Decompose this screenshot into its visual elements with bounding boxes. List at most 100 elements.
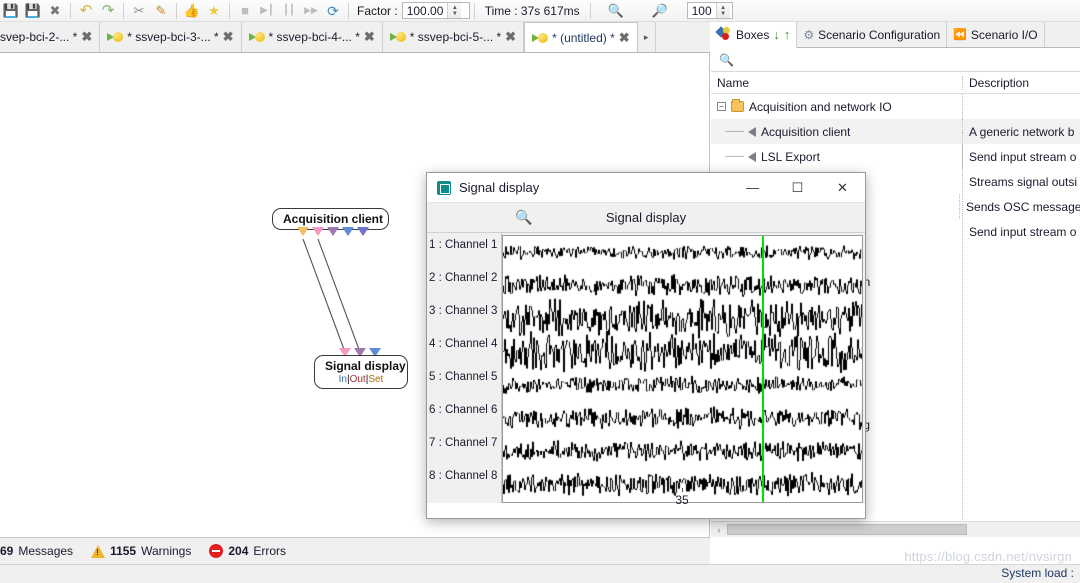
zoom-in-icon[interactable]: 🔍	[605, 1, 627, 21]
magnifier-icon[interactable]: 🔍	[515, 209, 532, 226]
tab-close-icon[interactable]: ✖	[223, 29, 234, 45]
channel-label-2: 2 : Channel 2	[429, 272, 498, 284]
tree-cell-name[interactable]: − Acquisition and network IO	[711, 94, 963, 119]
zoom-spinbox[interactable]: 100 ▲ ▼	[686, 2, 733, 19]
warnings-label: Warnings	[141, 544, 192, 558]
tab-scenario-configuration[interactable]: ⚙ Scenario Configuration	[797, 22, 948, 47]
toolbar-separator	[176, 2, 177, 19]
time-display: Time : 37s 617ms	[484, 3, 580, 18]
collapse-all-icon[interactable]: ↓	[773, 27, 780, 42]
tab-close-icon[interactable]: ✖	[81, 29, 92, 45]
tree-row-acquisition-network-io[interactable]: − Acquisition and network IO	[711, 94, 1080, 119]
maximize-button[interactable]: ☐	[775, 173, 820, 203]
favorite-icon[interactable]: ★	[203, 1, 225, 21]
toolbar-separator	[589, 2, 591, 19]
toolbar-separator	[123, 2, 124, 19]
loop-icon[interactable]: ⟳	[322, 1, 344, 21]
run-icon[interactable]: 👍	[181, 1, 203, 21]
tree-cell-description: Streams signal outsi	[969, 174, 1078, 189]
signal-window-titlebar[interactable]: Signal display — ☐ ✕	[427, 173, 865, 203]
tree-cell-name[interactable]: —— LSL Export	[711, 144, 963, 169]
signal-plot-area[interactable]: 1 : Channel 1 2 : Channel 2 3 : Channel …	[427, 233, 865, 503]
channel-label-4: 4 : Channel 4	[429, 338, 498, 350]
warnings-count: 1155	[110, 544, 137, 558]
fast-forward-icon[interactable]: ▶▶	[300, 1, 322, 21]
edit-icon[interactable]: ✎	[150, 1, 172, 21]
panel-tab-label: Scenario I/O	[970, 27, 1038, 42]
connector-output-2[interactable]	[327, 227, 339, 236]
step-icon[interactable]: ▶┃	[256, 1, 278, 21]
column-header-description[interactable]: Description	[963, 76, 1029, 90]
tab-close-icon[interactable]: ✖	[619, 30, 630, 46]
tree-cell-name[interactable]: —— Acquisition client	[711, 119, 963, 144]
minimize-button[interactable]: —	[730, 173, 775, 203]
signal-plot-canvas[interactable]	[501, 235, 863, 503]
node-title: Signal display	[325, 359, 406, 373]
pause-icon[interactable]: ┃┃	[278, 1, 300, 21]
tab-ssvep-bci-5[interactable]: * ssvep-bci-5-... * ✖	[382, 22, 525, 52]
channel-label-1: 1 : Channel 1	[429, 239, 498, 251]
zoom-spin-arrows[interactable]: ▲ ▼	[715, 3, 730, 18]
tab-label: * ssvep-bci-4-... *	[268, 30, 360, 44]
save-icon[interactable]: 💾	[0, 1, 22, 21]
signal-display-icon	[437, 180, 451, 195]
x-axis-label: 35	[675, 493, 689, 507]
warnings-status[interactable]: 1155 Warnings	[85, 544, 197, 558]
expand-all-icon[interactable]: ↑	[784, 27, 791, 42]
tree-cell-description: Send input stream o	[969, 224, 1077, 239]
factor-spin-arrows[interactable]: ▲ ▼	[447, 3, 462, 18]
close-icon[interactable]: ✖	[44, 1, 66, 21]
undo-icon[interactable]: ↶	[75, 1, 97, 21]
tree-cell-description: Send input stream o	[969, 149, 1077, 164]
tab-boxes[interactable]: Boxes ↓ ↑	[711, 22, 798, 48]
column-header-name[interactable]: Name	[711, 75, 963, 90]
connector-output-4[interactable]	[357, 227, 369, 236]
errors-status[interactable]: 204 Errors	[203, 544, 292, 558]
tab-ssvep-bci-4[interactable]: * ssvep-bci-4-... * ✖	[241, 22, 383, 52]
close-button[interactable]: ✕	[820, 173, 865, 203]
errors-count: 204	[228, 544, 249, 558]
channel-label-column: 1 : Channel 1 2 : Channel 2 3 : Channel …	[427, 233, 502, 503]
scrollbar-thumb[interactable]	[727, 524, 967, 535]
zoom-out-icon[interactable]: 🔎	[649, 1, 671, 21]
tab-ssvep-bci-3[interactable]: * ssvep-bci-3-... * ✖	[100, 22, 242, 52]
redo-icon[interactable]: ↷	[97, 1, 119, 21]
signal-window-title: Signal display	[459, 180, 540, 195]
tab-overflow-arrow[interactable]: ▸	[638, 22, 656, 52]
node-sub-in: In	[338, 374, 347, 385]
tab-scenario-io[interactable]: ⏪ Scenario I/O	[947, 22, 1045, 47]
factor-spinbox[interactable]: 100.00 ▲ ▼	[401, 2, 470, 19]
expander-icon[interactable]: −	[717, 102, 726, 111]
factor-value[interactable]: 100.00	[403, 3, 448, 18]
connector-output-3[interactable]	[342, 227, 354, 236]
scroll-left-arrow[interactable]: ‹	[711, 525, 727, 535]
node-subtitle: In|Out|Set	[325, 374, 397, 385]
signal-display-window[interactable]: Signal display — ☐ ✕ 🔍 Signal display 1 …	[426, 172, 866, 519]
messages-status[interactable]: 69 Messages	[0, 544, 79, 558]
channel-label-5: 5 : Channel 5	[429, 371, 498, 383]
tree-row-lsl-export[interactable]: —— LSL Export Send input stream o	[711, 144, 1080, 169]
warning-icon	[91, 544, 106, 558]
signal-display-node[interactable]: Signal display In|Out|Set	[314, 355, 408, 389]
connector-output-1[interactable]	[312, 227, 324, 236]
panel-tab-label: Scenario Configuration	[818, 27, 941, 42]
channel-label-7: 7 : Channel 7	[429, 437, 498, 449]
zoom-value[interactable]: 100	[688, 3, 716, 18]
column-separator	[962, 132, 963, 522]
tab-ssvep-bci-2[interactable]: svep-bci-2-... * ✖	[0, 22, 101, 52]
box-search-row[interactable]: 🔍	[711, 48, 1080, 72]
tree-row-acquisition-client[interactable]: —— Acquisition client A generic network …	[711, 119, 1080, 144]
connector-output-0[interactable]	[297, 227, 309, 236]
tab-close-icon[interactable]: ✖	[505, 29, 516, 45]
save-as-icon[interactable]: 💾	[22, 1, 44, 21]
watermark: https://blog.csdn.net/nvsirgn	[904, 549, 1072, 564]
tab-untitled[interactable]: * (untitled) * ✖	[524, 22, 638, 52]
cut-icon[interactable]: ✂	[128, 1, 150, 21]
scenario-icon	[389, 31, 406, 43]
search-input[interactable]	[733, 51, 1080, 68]
channel-label-3: 3 : Channel 3	[429, 305, 498, 317]
stop-icon[interactable]: ■	[234, 1, 256, 21]
error-icon	[209, 544, 224, 558]
tab-close-icon[interactable]: ✖	[364, 29, 375, 45]
tree-horizontal-scrollbar[interactable]: ‹	[711, 521, 1080, 537]
